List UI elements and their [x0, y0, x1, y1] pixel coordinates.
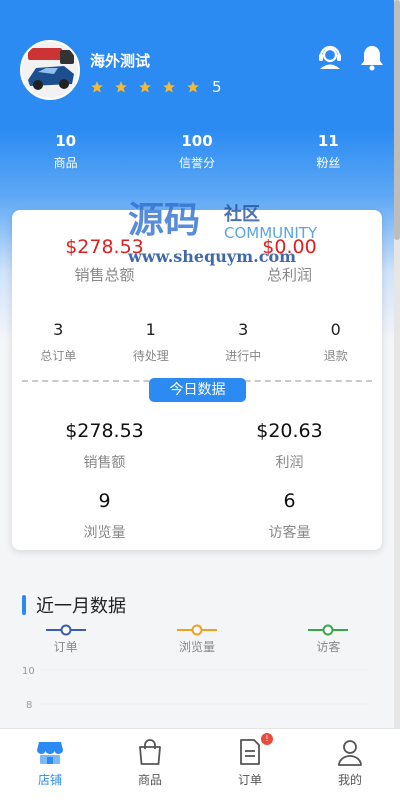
legend-line-icon	[176, 624, 217, 636]
legend-visitors[interactable]: 访客	[263, 624, 394, 655]
star-icon	[187, 81, 199, 93]
order-refund[interactable]: 0 退款	[290, 320, 383, 364]
tab-products[interactable]: 商品	[100, 729, 200, 800]
tab-label: 我的	[337, 773, 362, 787]
star-icon	[139, 81, 151, 93]
legend-line-icon	[45, 624, 86, 636]
today-visitors: 6 访客量	[197, 490, 382, 542]
legend-views[interactable]: 浏览量	[131, 624, 262, 655]
rating-value: 5	[212, 78, 222, 96]
tab-orders[interactable]: ! 订单	[200, 729, 300, 800]
legend-line-icon	[308, 624, 349, 636]
stat-value: 11	[317, 132, 339, 150]
tab-shop[interactable]: 店铺	[0, 729, 100, 800]
month-title-text: 近一月数据	[36, 596, 126, 617]
legend-label: 浏览量	[178, 640, 215, 654]
order-count: 1	[145, 320, 156, 339]
month-line-chart: 10 8	[22, 666, 370, 711]
stat-label: 信誉分	[178, 156, 215, 170]
star-icon	[91, 81, 103, 93]
rating-stars: 5	[90, 78, 222, 96]
shop-stats: 10 商品 100 信誉分 11 粉丝	[0, 132, 394, 171]
today-value: $20.63	[256, 420, 323, 442]
order-status-row: 3 总订单 1 待处理 3 进行中 0 退款	[12, 320, 382, 364]
order-notification-badge: !	[261, 733, 273, 745]
legend-label: 订单	[53, 640, 78, 654]
stat-credit[interactable]: 100 信誉分	[131, 132, 262, 171]
today-value: 9	[98, 490, 111, 512]
order-label: 待处理	[132, 349, 169, 363]
today-value: $278.53	[65, 420, 144, 442]
title-accent-bar	[22, 595, 26, 615]
today-label: 利润	[275, 455, 304, 471]
order-label: 进行中	[225, 349, 262, 363]
stat-label: 商品	[53, 156, 78, 170]
avatar[interactable]	[20, 40, 80, 100]
stat-products[interactable]: 10 商品	[0, 132, 131, 171]
shop-icon	[37, 742, 63, 764]
today-data-badge: 今日数据	[149, 378, 246, 402]
order-pending[interactable]: 1 待处理	[105, 320, 198, 364]
watermark-url: www.shequym.com	[128, 247, 296, 266]
tab-label: 店铺	[37, 773, 62, 787]
order-count: 3	[238, 320, 249, 339]
y-tick-label: 10	[22, 666, 35, 677]
document-icon	[240, 739, 260, 765]
today-views: 9 浏览量	[12, 490, 197, 542]
shop-name: 海外测试	[90, 52, 151, 70]
today-profit: $20.63 利润	[197, 420, 382, 472]
stat-label: 粉丝	[316, 156, 341, 170]
scrollbar-thumb[interactable]	[394, 0, 400, 240]
legend-orders[interactable]: 订单	[0, 624, 131, 655]
today-value: 6	[283, 490, 296, 512]
order-count: 0	[330, 320, 341, 339]
today-data-grid: $278.53 销售额 $20.63 利润 9 浏览量 6 访客量	[12, 420, 382, 560]
shopping-bag-icon	[139, 739, 161, 765]
order-label: 退款	[323, 349, 348, 363]
stat-fans[interactable]: 11 粉丝	[263, 132, 394, 171]
tab-mine[interactable]: 我的	[300, 729, 400, 800]
bottom-tab-bar: 店铺 商品 ! 订单 我的	[0, 728, 400, 800]
tab-label: 订单	[237, 773, 262, 787]
stat-value: 10	[55, 132, 77, 150]
scrollbar[interactable]	[394, 0, 400, 800]
user-icon	[338, 740, 362, 766]
watermark-small: 社区	[224, 203, 260, 225]
y-tick-label: 8	[26, 700, 32, 711]
toy-car-image	[22, 42, 78, 98]
customer-service-icon[interactable]	[316, 43, 344, 71]
today-label: 浏览量	[83, 525, 126, 541]
order-in-progress[interactable]: 3 进行中	[197, 320, 290, 364]
watermark-community: COMMUNITY	[224, 224, 318, 242]
star-icon	[115, 81, 127, 93]
watermark-logo: 源码 社区 COMMUNITY www.shequym.com	[128, 200, 318, 266]
legend-label: 访客	[316, 640, 341, 654]
month-section-title: 近一月数据	[22, 592, 126, 618]
today-label: 访客量	[268, 525, 311, 541]
order-count: 3	[53, 320, 64, 339]
stat-value: 100	[181, 132, 213, 150]
chart-legend: 订单 浏览量 访客	[0, 624, 394, 655]
tab-label: 商品	[137, 773, 162, 787]
watermark-big: 源码	[128, 200, 200, 241]
bell-icon[interactable]	[358, 43, 386, 71]
today-label: 销售额	[83, 455, 126, 471]
order-total[interactable]: 3 总订单	[12, 320, 105, 364]
star-icon	[163, 81, 175, 93]
order-label: 总订单	[40, 349, 77, 363]
today-sales: $278.53 销售额	[12, 420, 197, 472]
